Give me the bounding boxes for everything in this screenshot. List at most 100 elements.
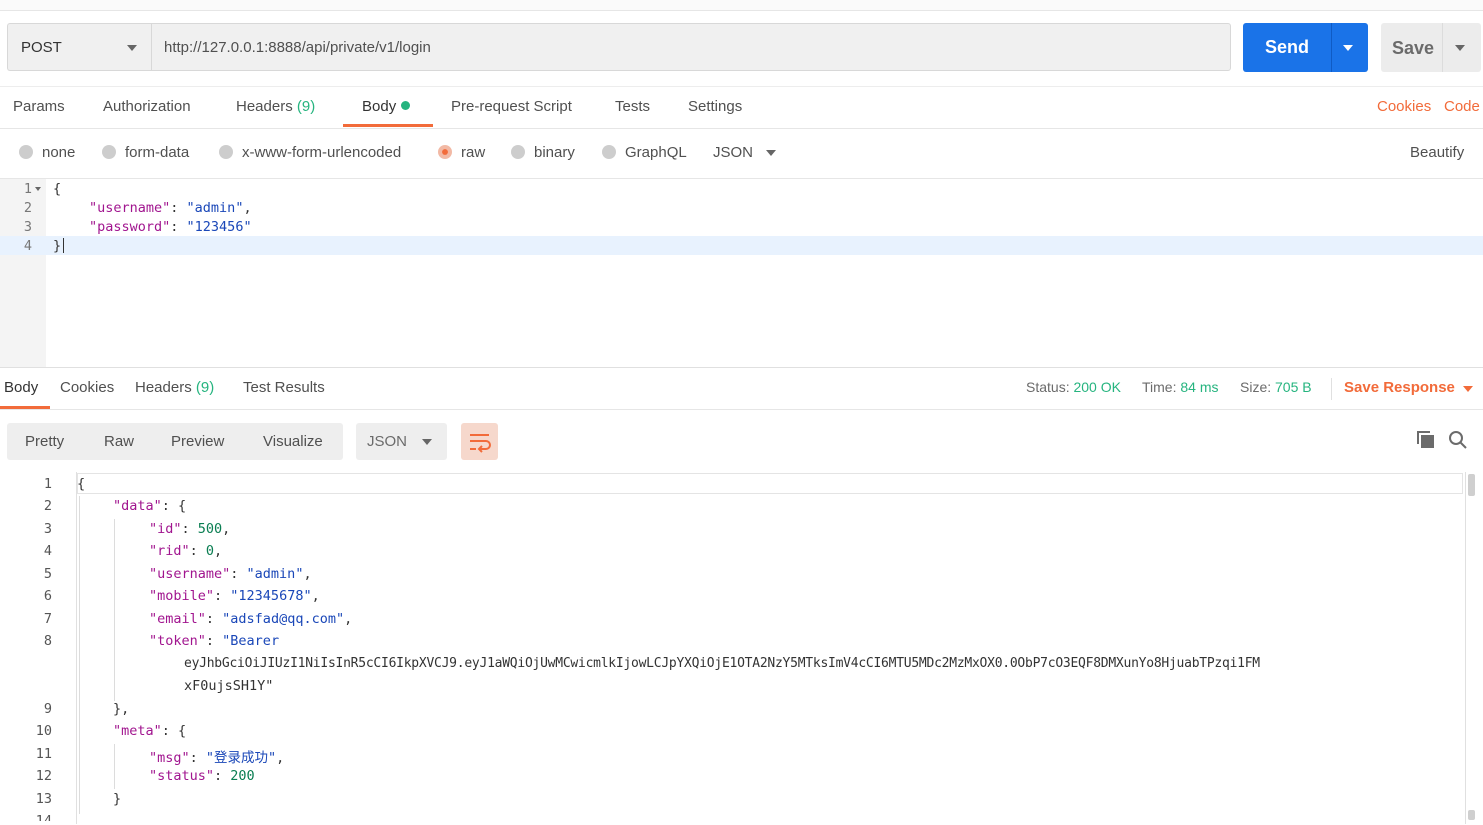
radio-raw[interactable]: raw [438, 144, 485, 161]
line-number: 8 [43, 633, 52, 649]
tab-tests[interactable]: Tests [615, 98, 650, 115]
json-key: "username" [89, 200, 171, 216]
line-number: 1 [43, 476, 52, 492]
json-number: 500 [197, 521, 223, 537]
request-body-editor[interactable]: 1 2 3 4 { "username": "admin", "password… [0, 179, 1483, 368]
resp-tab-test-results[interactable]: Test Results [243, 379, 325, 396]
line-number: 6 [43, 588, 52, 604]
code-line: "status": 200 [149, 768, 255, 784]
line-number: 1 [23, 181, 32, 197]
scrollbar-bottom-thumb[interactable] [1468, 810, 1475, 820]
tab-headers[interactable]: Headers (9) [236, 98, 315, 115]
response-format-select[interactable]: JSON [356, 423, 447, 460]
size-readout: Size: 705 B [1240, 379, 1312, 395]
json-string: "登录成功" [205, 750, 277, 766]
save-button[interactable]: Save [1381, 23, 1481, 72]
resp-tab-headers[interactable]: Headers (9) [135, 379, 214, 396]
time-label: Time: [1142, 379, 1177, 395]
status-readout: Status: 200 OK [1026, 379, 1121, 395]
view-preview[interactable]: Preview [171, 433, 224, 450]
status-value: 200 OK [1073, 379, 1121, 395]
json-string: "Bearer [222, 633, 280, 649]
radio-binary[interactable]: binary [511, 144, 575, 161]
radio-circle-icon [602, 145, 616, 159]
json-key: "msg" [149, 750, 190, 766]
json-number: 200 [230, 768, 255, 784]
line-number: 3 [43, 521, 52, 537]
tab-prerequest-script[interactable]: Pre-request Script [451, 98, 572, 115]
indent-guide [114, 744, 115, 789]
resp-active-tab-underline [0, 406, 50, 409]
line-number: 2 [43, 498, 52, 514]
code-line: "id": 500, [149, 521, 231, 537]
body-type-options: none form-data x-www-form-urlencoded raw… [0, 128, 1483, 179]
indent-guide [114, 519, 115, 701]
save-response-button[interactable]: Save Response [1344, 379, 1455, 396]
code-line: "username": "admin", [89, 200, 252, 216]
time-readout: Time: 84 ms [1142, 379, 1219, 395]
text-cursor [63, 238, 64, 253]
send-button[interactable]: Send [1243, 23, 1368, 72]
wrap-lines-button[interactable] [461, 423, 498, 460]
radio-binary-label: binary [534, 144, 575, 161]
radio-graphql-label: GraphQL [625, 144, 687, 161]
json-string: "admin" [186, 200, 244, 216]
indent-guide [79, 496, 80, 814]
request-tabs: Params Authorization Headers (9) Body Pr… [0, 86, 1483, 129]
response-tabs: Body Cookies Headers (9) Test Results St… [0, 368, 1483, 410]
meta-divider [1331, 378, 1332, 400]
tab-body-label: Body [362, 98, 397, 115]
send-options-chevron-icon[interactable] [1343, 45, 1353, 51]
json-key: "password" [89, 219, 171, 235]
cookies-link[interactable]: Cookies [1377, 98, 1431, 115]
save-label: Save [1392, 38, 1435, 58]
radio-form-data[interactable]: form-data [102, 144, 189, 161]
line-number: 9 [43, 701, 52, 717]
line-number: 7 [43, 611, 52, 627]
json-key: "meta" [113, 723, 162, 739]
send-label: Send [1265, 37, 1310, 57]
current-line-box [77, 473, 1463, 494]
radio-none[interactable]: none [19, 144, 75, 161]
view-mode-segmented: Pretty Raw Preview Visualize [7, 423, 343, 460]
radio-circle-icon [19, 145, 33, 159]
line-number: 4 [43, 543, 52, 559]
copy-icon[interactable] [1416, 430, 1436, 450]
response-body-viewer[interactable]: 1 2 3 4 5 6 7 8 9 10 11 12 13 14 { "data… [0, 472, 1483, 825]
radio-selected-icon [438, 145, 452, 159]
radio-circle-icon [219, 145, 233, 159]
scrollbar-thumb[interactable] [1468, 474, 1475, 496]
search-icon[interactable] [1448, 430, 1468, 450]
tab-settings[interactable]: Settings [688, 98, 742, 115]
view-visualize[interactable]: Visualize [263, 433, 323, 450]
view-pretty[interactable]: Pretty [25, 433, 64, 450]
code-link[interactable]: Code [1444, 98, 1480, 115]
chevron-down-icon [127, 45, 137, 51]
code-line: } [113, 791, 122, 807]
radio-circle-icon [511, 145, 525, 159]
code-line: "rid": 0, [149, 543, 223, 559]
tab-params[interactable]: Params [13, 98, 65, 115]
fold-arrow-icon[interactable] [35, 187, 41, 191]
resp-tab-body[interactable]: Body [4, 379, 38, 396]
method-label: POST [21, 39, 62, 56]
code-line: { [53, 181, 62, 197]
active-tab-underline [343, 124, 433, 127]
save-divider [1442, 23, 1443, 72]
radio-urlencoded[interactable]: x-www-form-urlencoded [219, 144, 401, 161]
tab-authorization[interactable]: Authorization [103, 98, 191, 115]
body-format-select[interactable]: JSON [713, 144, 753, 161]
radio-graphql[interactable]: GraphQL [602, 144, 687, 161]
tab-body[interactable]: Body [362, 98, 411, 115]
beautify-button[interactable]: Beautify [1410, 144, 1464, 161]
resp-tab-cookies[interactable]: Cookies [60, 379, 114, 396]
line-number: 5 [43, 566, 52, 582]
method-select[interactable]: POST [7, 23, 151, 71]
save-options-chevron-icon[interactable] [1455, 45, 1465, 51]
format-chevron-down-icon[interactable] [766, 150, 776, 156]
url-input[interactable]: http://127.0.0.1:8888/api/private/v1/log… [151, 23, 1231, 71]
save-response-chevron-icon[interactable] [1463, 386, 1473, 392]
json-key: "token" [149, 633, 206, 649]
line-number: 13 [35, 791, 52, 807]
view-raw[interactable]: Raw [104, 433, 134, 450]
